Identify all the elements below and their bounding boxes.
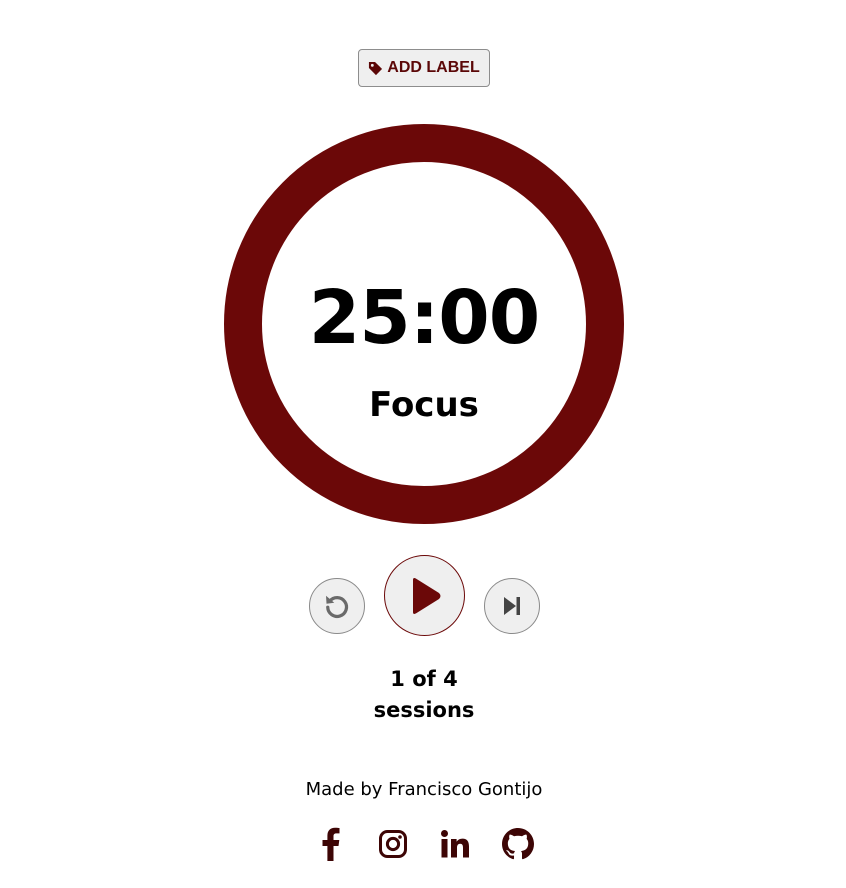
reset-icon — [326, 595, 349, 619]
github-icon — [502, 828, 534, 860]
footer-credit: Made by Francisco Gontijo — [305, 779, 543, 800]
linkedin-link[interactable] — [437, 826, 473, 862]
github-link[interactable] — [500, 826, 536, 862]
instagram-icon — [379, 830, 407, 858]
session-count: 1 of 4 — [390, 667, 458, 691]
session-counter: 1 of 4 sessions — [324, 664, 524, 726]
instagram-link[interactable] — [375, 826, 411, 862]
facebook-link[interactable] — [312, 826, 348, 862]
facebook-icon — [322, 827, 340, 861]
linkedin-icon — [441, 830, 469, 858]
tag-icon — [369, 61, 383, 75]
timer-display: 25:00 — [308, 275, 541, 361]
add-label-text: ADD LABEL — [387, 59, 480, 76]
add-label-button[interactable]: ADD LABEL — [358, 49, 490, 87]
session-unit: sessions — [373, 698, 475, 722]
play-button[interactable] — [384, 555, 465, 636]
skip-icon — [504, 597, 520, 615]
skip-button[interactable] — [484, 578, 540, 634]
reset-button[interactable] — [309, 578, 365, 634]
pomodoro-app: ADD LABEL 25:00 Focus 1 of 4 sessions Ma… — [0, 0, 846, 888]
play-icon — [412, 577, 440, 614]
timer-mode-label: Focus — [369, 385, 479, 425]
